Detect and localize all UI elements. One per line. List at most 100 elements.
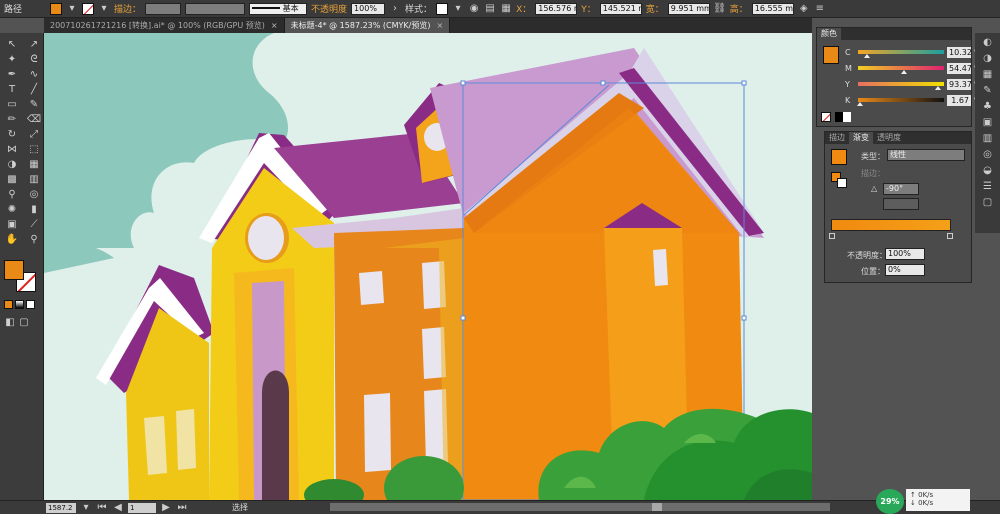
selection-tool-icon[interactable]: ↖	[2, 37, 22, 51]
chevron-down-icon[interactable]: ▾	[452, 3, 464, 15]
color-swatch-preview[interactable]	[823, 46, 839, 64]
slider-knob[interactable]	[901, 70, 908, 74]
variable-width-dropdown[interactable]	[185, 2, 246, 15]
hand-tool-icon[interactable]: ✋	[2, 232, 22, 246]
close-icon[interactable]: ×	[271, 18, 278, 33]
prev-page-icon[interactable]: ◀	[112, 502, 124, 514]
fill-stroke-widget[interactable]	[2, 258, 42, 294]
color-guide-icon[interactable]: ◑	[981, 51, 995, 65]
slider-track[interactable]	[856, 98, 944, 106]
swatches-icon[interactable]: ▦	[981, 67, 995, 81]
cmyk-slider-c[interactable]: C10.32%	[845, 46, 982, 58]
tab-transparency[interactable]: 透明度	[873, 132, 905, 144]
gradient-slider[interactable]	[831, 219, 951, 231]
direct-selection-tool-icon[interactable]: ↗	[24, 37, 44, 51]
recolor-icon[interactable]: ◉	[468, 3, 480, 15]
slice-tool-icon[interactable]: ⟋	[24, 217, 44, 231]
menu-icon[interactable]: ≡	[814, 3, 826, 15]
transform-options-icon[interactable]: ◈	[798, 3, 810, 15]
aspect-field[interactable]	[883, 198, 919, 210]
slider-value-field[interactable]: 10.32	[947, 46, 972, 58]
black-swatch[interactable]	[835, 112, 843, 122]
height-field[interactable]: 16.555 mm	[751, 2, 794, 15]
width-field[interactable]: 9.951 mm	[667, 2, 710, 15]
scale-tool-icon[interactable]: ⤢	[24, 127, 44, 141]
rotate-tool-icon[interactable]: ↻	[2, 127, 22, 141]
lasso-icon[interactable]: ᘓ	[24, 52, 44, 66]
zoom-tool-icon[interactable]: ⚲	[24, 232, 44, 246]
eraser-icon[interactable]: ⌫	[24, 112, 44, 126]
stroke-style-dropdown[interactable]: 基本	[249, 2, 308, 15]
angle-field[interactable]: -90°	[883, 183, 919, 195]
artboards-icon[interactable]: ▢	[981, 195, 995, 209]
chevron-down-icon[interactable]: ▾	[98, 3, 110, 15]
white-swatch[interactable]	[843, 112, 851, 122]
none-color-icon[interactable]	[821, 112, 831, 122]
pencil-icon[interactable]: ✏	[2, 112, 22, 126]
gradient-panel-icon[interactable]: ▥	[981, 131, 995, 145]
stroke-swatch-small[interactable]	[837, 178, 847, 188]
tab-document-1[interactable]: 20071026172121​6 [转换].ai* @ 100% (RGB/GP…	[44, 18, 285, 33]
graphic-styles-icon[interactable]: ▣	[981, 115, 995, 129]
brushes-icon[interactable]: ✎	[981, 83, 995, 97]
shape-builder-icon[interactable]: ◑	[2, 157, 22, 171]
tab-stroke[interactable]: 描边	[825, 132, 849, 144]
rectangle-tool-icon[interactable]: ▭	[2, 97, 22, 111]
opacity-label[interactable]: 不透明度	[311, 2, 347, 15]
slider-knob[interactable]	[863, 54, 870, 58]
slider-value-field[interactable]: 1.67	[947, 94, 971, 106]
fill-box[interactable]	[4, 260, 24, 280]
x-field[interactable]: 156.576 r	[535, 2, 578, 15]
chevron-down-icon[interactable]: ▾	[80, 502, 92, 514]
slider-track[interactable]	[858, 50, 944, 58]
last-page-icon[interactable]: ⏭	[176, 502, 188, 514]
scroll-thumb[interactable]	[652, 503, 662, 511]
transform-icon[interactable]: ▦	[500, 3, 512, 15]
cmyk-slider-k[interactable]: K1.67%	[845, 94, 982, 106]
slider-track[interactable]	[858, 66, 944, 74]
align-icon[interactable]: ▤	[484, 3, 496, 15]
artboard-tool-icon[interactable]: ▣	[2, 217, 22, 231]
none-mode-icon[interactable]	[26, 300, 35, 309]
paintbrush-icon[interactable]: ✎	[24, 97, 44, 111]
gradient-type-dropdown[interactable]: 线性	[887, 149, 965, 161]
transparency-icon[interactable]: ◒	[981, 163, 995, 177]
slider-track[interactable]	[858, 82, 944, 90]
stroke-weight-dropdown[interactable]	[145, 2, 182, 15]
gradient-preview-swatch[interactable]	[831, 149, 847, 165]
color-panel-icon[interactable]: ◐	[981, 35, 995, 49]
pen-tool-icon[interactable]: ✒	[2, 67, 22, 81]
type-tool-icon[interactable]: T	[2, 82, 22, 96]
tab-color[interactable]: 颜色	[817, 28, 841, 40]
eyedropper-icon[interactable]: ⚲	[2, 187, 22, 201]
y-field[interactable]: 145.521 r	[599, 2, 642, 15]
tab-gradient[interactable]: 渐变	[849, 132, 873, 144]
link-icon[interactable]: ⛓	[713, 3, 726, 15]
symbol-sprayer-icon[interactable]: ✺	[2, 202, 22, 216]
layers-icon[interactable]: ☰	[981, 179, 995, 193]
gradient-opacity-field[interactable]: 100%	[885, 248, 925, 260]
style-swatch[interactable]	[436, 2, 449, 15]
mesh-tool-icon[interactable]: ▩	[2, 172, 22, 186]
curvature-tool-icon[interactable]: ∿	[24, 67, 44, 81]
blend-tool-icon[interactable]: ◎	[24, 187, 44, 201]
page-field[interactable]: 1	[128, 502, 156, 513]
cmyk-slider-m[interactable]: M54.47%	[845, 62, 982, 74]
opacity-field[interactable]: 100%	[351, 2, 386, 15]
chevron-right-icon[interactable]: ›	[389, 3, 401, 15]
stroke-label[interactable]: 描边：	[114, 2, 141, 15]
slider-value-field[interactable]: 93.37	[947, 78, 972, 90]
gradient-tool-icon[interactable]: ▥	[24, 172, 44, 186]
gradient-mode-icon[interactable]	[15, 300, 24, 309]
graph-tool-icon[interactable]: ▮	[24, 202, 44, 216]
first-page-icon[interactable]: ⏮	[96, 502, 108, 514]
chevron-down-icon[interactable]: ▾	[66, 3, 78, 15]
stroke-swatch[interactable]	[82, 2, 95, 15]
magic-wand-icon[interactable]: ✦	[2, 52, 22, 66]
house-illustration[interactable]	[44, 33, 812, 500]
free-transform-icon[interactable]: ⬚	[24, 142, 44, 156]
gradient-position-field[interactable]: 0%	[885, 264, 925, 276]
color-mode-icon[interactable]	[4, 300, 13, 309]
fill-swatch[interactable]	[50, 2, 63, 15]
slider-value-field[interactable]: 54.47	[947, 62, 972, 74]
